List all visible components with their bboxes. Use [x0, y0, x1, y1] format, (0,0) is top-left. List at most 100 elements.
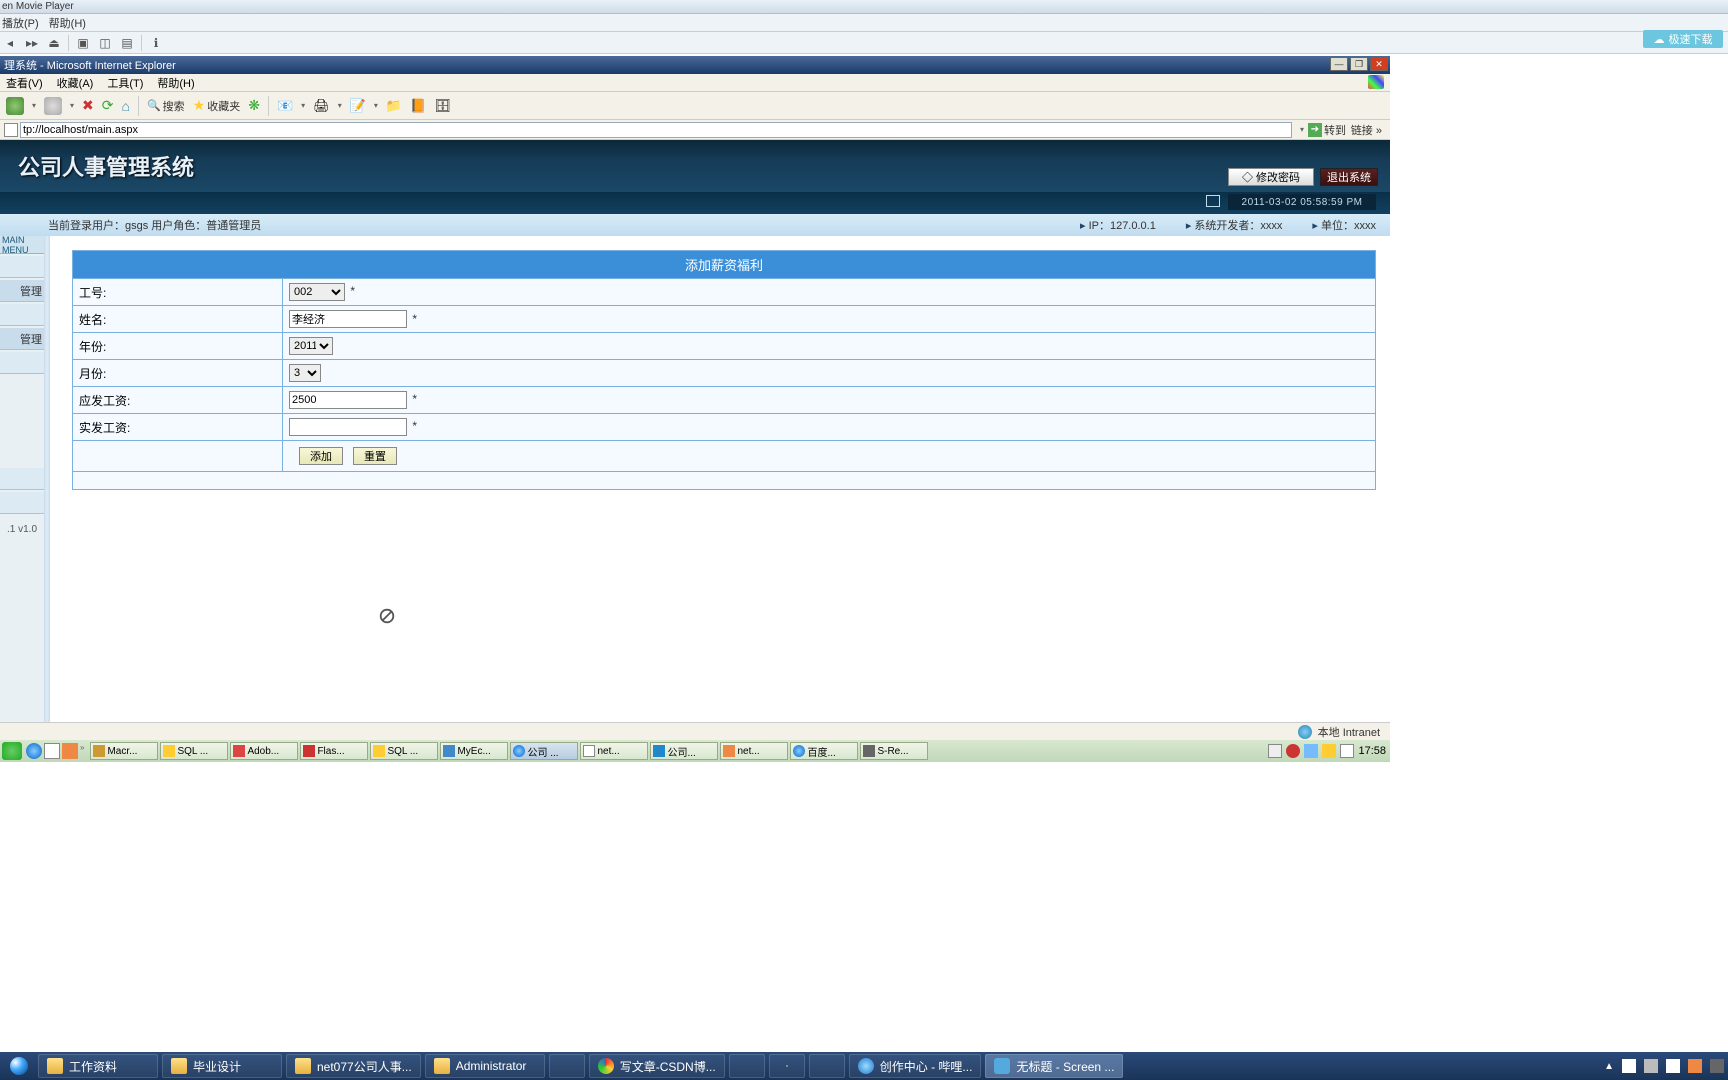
mail-icon[interactable]: 📧	[277, 98, 293, 114]
xp-task-item[interactable]: SQL ...	[160, 742, 228, 760]
cabinet-icon[interactable]: 🗄	[434, 98, 451, 114]
layout2-icon[interactable]: ◫	[97, 35, 113, 51]
close-button[interactable]: ✕	[1370, 57, 1388, 71]
home-icon[interactable]: ⌂	[122, 98, 130, 114]
minimize-button[interactable]: —	[1330, 57, 1348, 71]
tray-volume-icon[interactable]	[1322, 744, 1336, 758]
xp-task-item[interactable]: 百度...	[790, 742, 858, 760]
xp-clock: 17:58	[1358, 745, 1386, 757]
back-dropdown-icon[interactable]: ▾	[32, 101, 36, 110]
win7-task-app[interactable]	[549, 1054, 585, 1078]
player-toolbar: ◂ ▸▸ ⏏ ▣ ◫ ▤ ℹ	[0, 32, 1728, 54]
links-label[interactable]: 链接 »	[1351, 122, 1382, 138]
xp-task-item[interactable]: net...	[720, 742, 788, 760]
win7-task-folder[interactable]: 工作资料	[38, 1054, 158, 1078]
xp-task-item[interactable]: net...	[580, 742, 648, 760]
tray-icon[interactable]	[1286, 744, 1300, 758]
history-icon[interactable]: ❋	[248, 97, 260, 114]
address-input[interactable]	[20, 122, 1292, 138]
add-button[interactable]: 添加	[299, 447, 343, 465]
name-input[interactable]	[289, 310, 407, 328]
xp-task-item[interactable]: 公司 ...	[510, 742, 578, 760]
sidebar-item[interactable]	[0, 304, 44, 326]
win7-task-folder[interactable]: net077公司人事...	[286, 1054, 421, 1078]
search-button[interactable]: 🔍 搜索	[147, 98, 185, 114]
win7-start-button[interactable]	[4, 1055, 34, 1077]
xp-task-item[interactable]: Flas...	[300, 742, 368, 760]
ie-title-text: 理系统 - Microsoft Internet Explorer	[4, 57, 176, 73]
xp-start-button[interactable]	[2, 742, 22, 760]
layout3-icon[interactable]: ▤	[119, 35, 135, 51]
ie-menu-view[interactable]: 查看(V)	[6, 75, 43, 91]
book-icon[interactable]: 📙	[410, 98, 426, 114]
gross-salary-input[interactable]	[289, 391, 407, 409]
xp-task-item[interactable]: Macr...	[90, 742, 158, 760]
xp-task-item[interactable]: MyEc...	[440, 742, 508, 760]
cloud-download-badge[interactable]: ☁ 极速下载	[1643, 30, 1723, 48]
folder-icon[interactable]: 📁	[386, 98, 402, 114]
win7-task-tiles[interactable]	[809, 1054, 845, 1078]
forward-icon[interactable]	[44, 97, 62, 115]
tray-network-icon[interactable]	[1644, 1059, 1658, 1073]
tray-ime2-icon[interactable]	[1710, 1059, 1724, 1073]
ie-menu-tools[interactable]: 工具(T)	[107, 75, 143, 91]
win7-task-chrome[interactable]: 写文章-CSDN博...	[589, 1054, 725, 1078]
win7-task-browser[interactable]: 创作中心 - 哔哩...	[849, 1054, 982, 1078]
print-icon[interactable]: 🖨	[313, 98, 330, 114]
sidebar-item[interactable]	[0, 352, 44, 374]
edit-icon[interactable]: 📝	[350, 98, 366, 114]
label-name: 姓名:	[73, 306, 283, 333]
info-icon[interactable]: ℹ	[148, 35, 164, 51]
tray-flag-icon[interactable]	[1622, 1059, 1636, 1073]
xp-task-item[interactable]: SQL ...	[370, 742, 438, 760]
sidebar-item-manage1[interactable]: 管理	[0, 280, 44, 302]
sidebar-item[interactable]	[0, 256, 44, 278]
change-password-button[interactable]: ◇ 修改密码	[1228, 168, 1314, 186]
sidebar-item[interactable]	[0, 468, 44, 490]
player-menu-help[interactable]: 帮助(H)	[49, 15, 86, 31]
xp-task-item[interactable]: Adob...	[230, 742, 298, 760]
back-icon[interactable]	[6, 97, 24, 115]
sidebar-item-manage2[interactable]: 管理	[0, 328, 44, 350]
favorites-button[interactable]: ★ 收藏夹	[193, 97, 241, 114]
tray-icon[interactable]	[1268, 744, 1282, 758]
maximize-button[interactable]: ❐	[1350, 57, 1368, 71]
tray-ime-icon[interactable]	[1688, 1059, 1702, 1073]
year-select[interactable]: 2011	[289, 337, 333, 355]
label-year: 年份:	[73, 333, 283, 360]
xp-task-item[interactable]: 公司...	[650, 742, 718, 760]
ie-menu-help[interactable]: 帮助(H)	[157, 75, 194, 91]
win7-task-player[interactable]: 无标题 - Screen ...	[985, 1054, 1123, 1078]
folder-icon	[47, 1058, 63, 1074]
win7-task-folder[interactable]: 毕业设计	[162, 1054, 282, 1078]
forward-icon[interactable]: ▸▸	[24, 35, 40, 51]
layout1-icon[interactable]: ▣	[75, 35, 91, 51]
xp-task-item[interactable]: S-Re...	[860, 742, 928, 760]
quicklaunch-more-icon[interactable]: »	[80, 743, 84, 759]
address-dropdown-icon[interactable]: ▾	[1300, 125, 1304, 134]
quicklaunch-ie-icon[interactable]	[26, 743, 42, 759]
tray-chevron-icon[interactable]: ▲	[1604, 1061, 1614, 1072]
logout-button[interactable]: 退出系统	[1320, 168, 1378, 186]
quicklaunch-desktop-icon[interactable]	[44, 743, 60, 759]
win7-task-folder[interactable]: Administrator	[425, 1054, 545, 1078]
player-menu-play[interactable]: 播放(P)	[2, 15, 39, 31]
refresh-icon[interactable]: ⟳	[102, 97, 114, 114]
quicklaunch-app-icon[interactable]	[62, 743, 78, 759]
fwd-dropdown-icon[interactable]: ▾	[70, 101, 74, 110]
empno-select[interactable]: 002	[289, 283, 345, 301]
reset-button[interactable]: 重置	[353, 447, 397, 465]
ie-menu-fav[interactable]: 收藏(A)	[57, 75, 94, 91]
tray-icon[interactable]	[1340, 744, 1354, 758]
win7-task-cloud[interactable]	[729, 1054, 765, 1078]
win7-task-notepad[interactable]	[769, 1054, 805, 1078]
rewind-icon[interactable]: ◂	[2, 35, 18, 51]
net-salary-input[interactable]	[289, 418, 407, 436]
go-button[interactable]: ➔ 转到	[1308, 122, 1350, 138]
sidebar-item[interactable]	[0, 492, 44, 514]
month-select[interactable]: 3	[289, 364, 321, 382]
stop-icon[interactable]: ✖	[82, 97, 94, 114]
tray-volume-icon[interactable]	[1666, 1059, 1680, 1073]
tray-icon[interactable]	[1304, 744, 1318, 758]
eject-icon[interactable]: ⏏	[46, 35, 62, 51]
